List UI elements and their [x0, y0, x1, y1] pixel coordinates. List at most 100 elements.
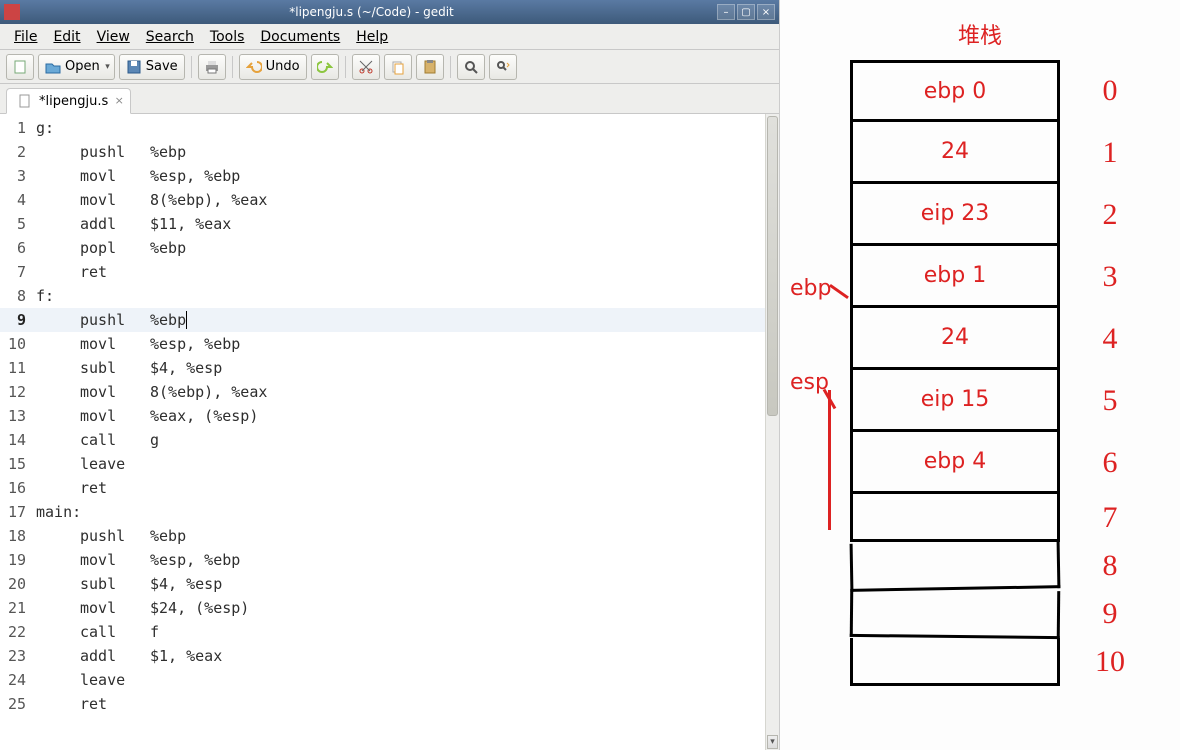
- divider: [232, 56, 233, 78]
- stack-index: 0: [1080, 60, 1140, 122]
- code-text-content: f:: [32, 287, 54, 305]
- code-line[interactable]: 22callf: [0, 620, 779, 644]
- scrollbar-thumb[interactable]: [767, 116, 778, 416]
- stack-cell: eip 15: [850, 370, 1060, 432]
- code-line[interactable]: 19movl%esp, %ebp: [0, 548, 779, 572]
- code-line[interactable]: 12movl8(%ebp), %eax: [0, 380, 779, 404]
- code-line[interactable]: 2pushl%ebp: [0, 140, 779, 164]
- line-number: 14: [0, 431, 32, 449]
- undo-button[interactable]: Undo: [239, 54, 307, 80]
- maximize-button[interactable]: ▢: [737, 4, 755, 20]
- code-line[interactable]: 15leave: [0, 452, 779, 476]
- stack-cell: eip 23: [850, 184, 1060, 246]
- menu-view[interactable]: View: [89, 27, 138, 47]
- open-button[interactable]: Open ▾: [38, 54, 115, 80]
- code-text-content: ret: [32, 263, 150, 281]
- code-line[interactable]: 23addl$1, %eax: [0, 644, 779, 668]
- code-line[interactable]: 11subl$4, %esp: [0, 356, 779, 380]
- tab-bar: *lipengju.s ×: [0, 84, 779, 114]
- scrollbar[interactable]: ▾: [765, 114, 779, 750]
- code-line[interactable]: 18pushl%ebp: [0, 524, 779, 548]
- line-number: 23: [0, 647, 32, 665]
- line-number: 2: [0, 143, 32, 161]
- stack-index: 10: [1080, 638, 1140, 686]
- code-text-content: main:: [32, 503, 81, 521]
- stack-cell: ebp 1: [850, 246, 1060, 308]
- menu-search[interactable]: Search: [138, 27, 202, 47]
- stack-cell: ebp 0: [850, 60, 1060, 122]
- editor-window: *lipengju.s (~/Code) - gedit – ▢ × File …: [0, 0, 780, 750]
- line-number: 22: [0, 623, 32, 641]
- line-number: 15: [0, 455, 32, 473]
- find-button[interactable]: [457, 54, 485, 80]
- code-line[interactable]: 9pushl%ebp: [0, 308, 779, 332]
- line-number: 8: [0, 287, 32, 305]
- code-line[interactable]: 1g:: [0, 116, 779, 140]
- menu-tools[interactable]: Tools: [202, 27, 253, 47]
- chevron-down-icon: ▾: [105, 62, 110, 72]
- file-tab-label: *lipengju.s: [39, 94, 108, 109]
- code-line[interactable]: 7ret: [0, 260, 779, 284]
- save-button[interactable]: Save: [119, 54, 185, 80]
- menu-edit[interactable]: Edit: [45, 27, 88, 47]
- print-button[interactable]: [198, 54, 226, 80]
- new-file-button[interactable]: [6, 54, 34, 80]
- cut-button[interactable]: [352, 54, 380, 80]
- code-line[interactable]: 13movl%eax, (%esp): [0, 404, 779, 428]
- undo-label: Undo: [266, 59, 300, 74]
- copy-button[interactable]: [384, 54, 412, 80]
- line-number: 20: [0, 575, 32, 593]
- code-text[interactable]: 1g:2pushl%ebp3movl%esp, %ebp4movl8(%ebp)…: [0, 114, 779, 750]
- search-icon: [463, 59, 479, 75]
- code-line[interactable]: 24leave: [0, 668, 779, 692]
- stack-cell: [850, 494, 1060, 542]
- tab-close-button[interactable]: ×: [112, 93, 126, 107]
- app-icon: [4, 4, 20, 20]
- line-number: 16: [0, 479, 32, 497]
- code-text-content: subl$4, %esp: [32, 575, 222, 593]
- code-text-content: ret: [32, 695, 150, 713]
- title-bar: *lipengju.s (~/Code) - gedit – ▢ ×: [0, 0, 779, 24]
- paste-button[interactable]: [416, 54, 444, 80]
- code-line[interactable]: 21movl$24, (%esp): [0, 596, 779, 620]
- code-line[interactable]: 4movl8(%ebp), %eax: [0, 188, 779, 212]
- save-icon: [126, 59, 142, 75]
- divider: [345, 56, 346, 78]
- close-button[interactable]: ×: [757, 4, 775, 20]
- divider: [191, 56, 192, 78]
- code-line[interactable]: 17main:: [0, 500, 779, 524]
- editor-area[interactable]: 1g:2pushl%ebp3movl%esp, %ebp4movl8(%ebp)…: [0, 114, 779, 750]
- line-number: 4: [0, 191, 32, 209]
- code-line[interactable]: 6popl%ebp: [0, 236, 779, 260]
- line-number: 18: [0, 527, 32, 545]
- code-line[interactable]: 8f:: [0, 284, 779, 308]
- code-line[interactable]: 5addl$11, %eax: [0, 212, 779, 236]
- stack-index: 4: [1080, 308, 1140, 370]
- redo-button[interactable]: [311, 54, 339, 80]
- code-line[interactable]: 25ret: [0, 692, 779, 716]
- minimize-button[interactable]: –: [717, 4, 735, 20]
- code-text-content: movl%esp, %ebp: [32, 335, 240, 353]
- scroll-down-button[interactable]: ▾: [767, 735, 778, 749]
- code-text-content: addl$1, %eax: [32, 647, 222, 665]
- menu-file[interactable]: File: [6, 27, 45, 47]
- find-replace-button[interactable]: [489, 54, 517, 80]
- code-line[interactable]: 16ret: [0, 476, 779, 500]
- stack-cell: [850, 540, 1061, 592]
- code-line[interactable]: 14callg: [0, 428, 779, 452]
- copy-icon: [390, 59, 406, 75]
- code-text-content: callg: [32, 431, 159, 449]
- save-label: Save: [146, 59, 178, 74]
- divider: [450, 56, 451, 78]
- code-text-content: movl%esp, %ebp: [32, 167, 240, 185]
- code-line[interactable]: 20subl$4, %esp: [0, 572, 779, 596]
- file-tab[interactable]: *lipengju.s ×: [6, 88, 131, 114]
- stack-cell: 24: [850, 308, 1060, 370]
- text-caret: [186, 311, 187, 329]
- menu-documents[interactable]: Documents: [252, 27, 348, 47]
- code-text-content: pushl%ebp: [32, 143, 186, 161]
- line-number: 3: [0, 167, 32, 185]
- menu-help[interactable]: Help: [348, 27, 396, 47]
- code-line[interactable]: 3movl%esp, %ebp: [0, 164, 779, 188]
- code-line[interactable]: 10movl%esp, %ebp: [0, 332, 779, 356]
